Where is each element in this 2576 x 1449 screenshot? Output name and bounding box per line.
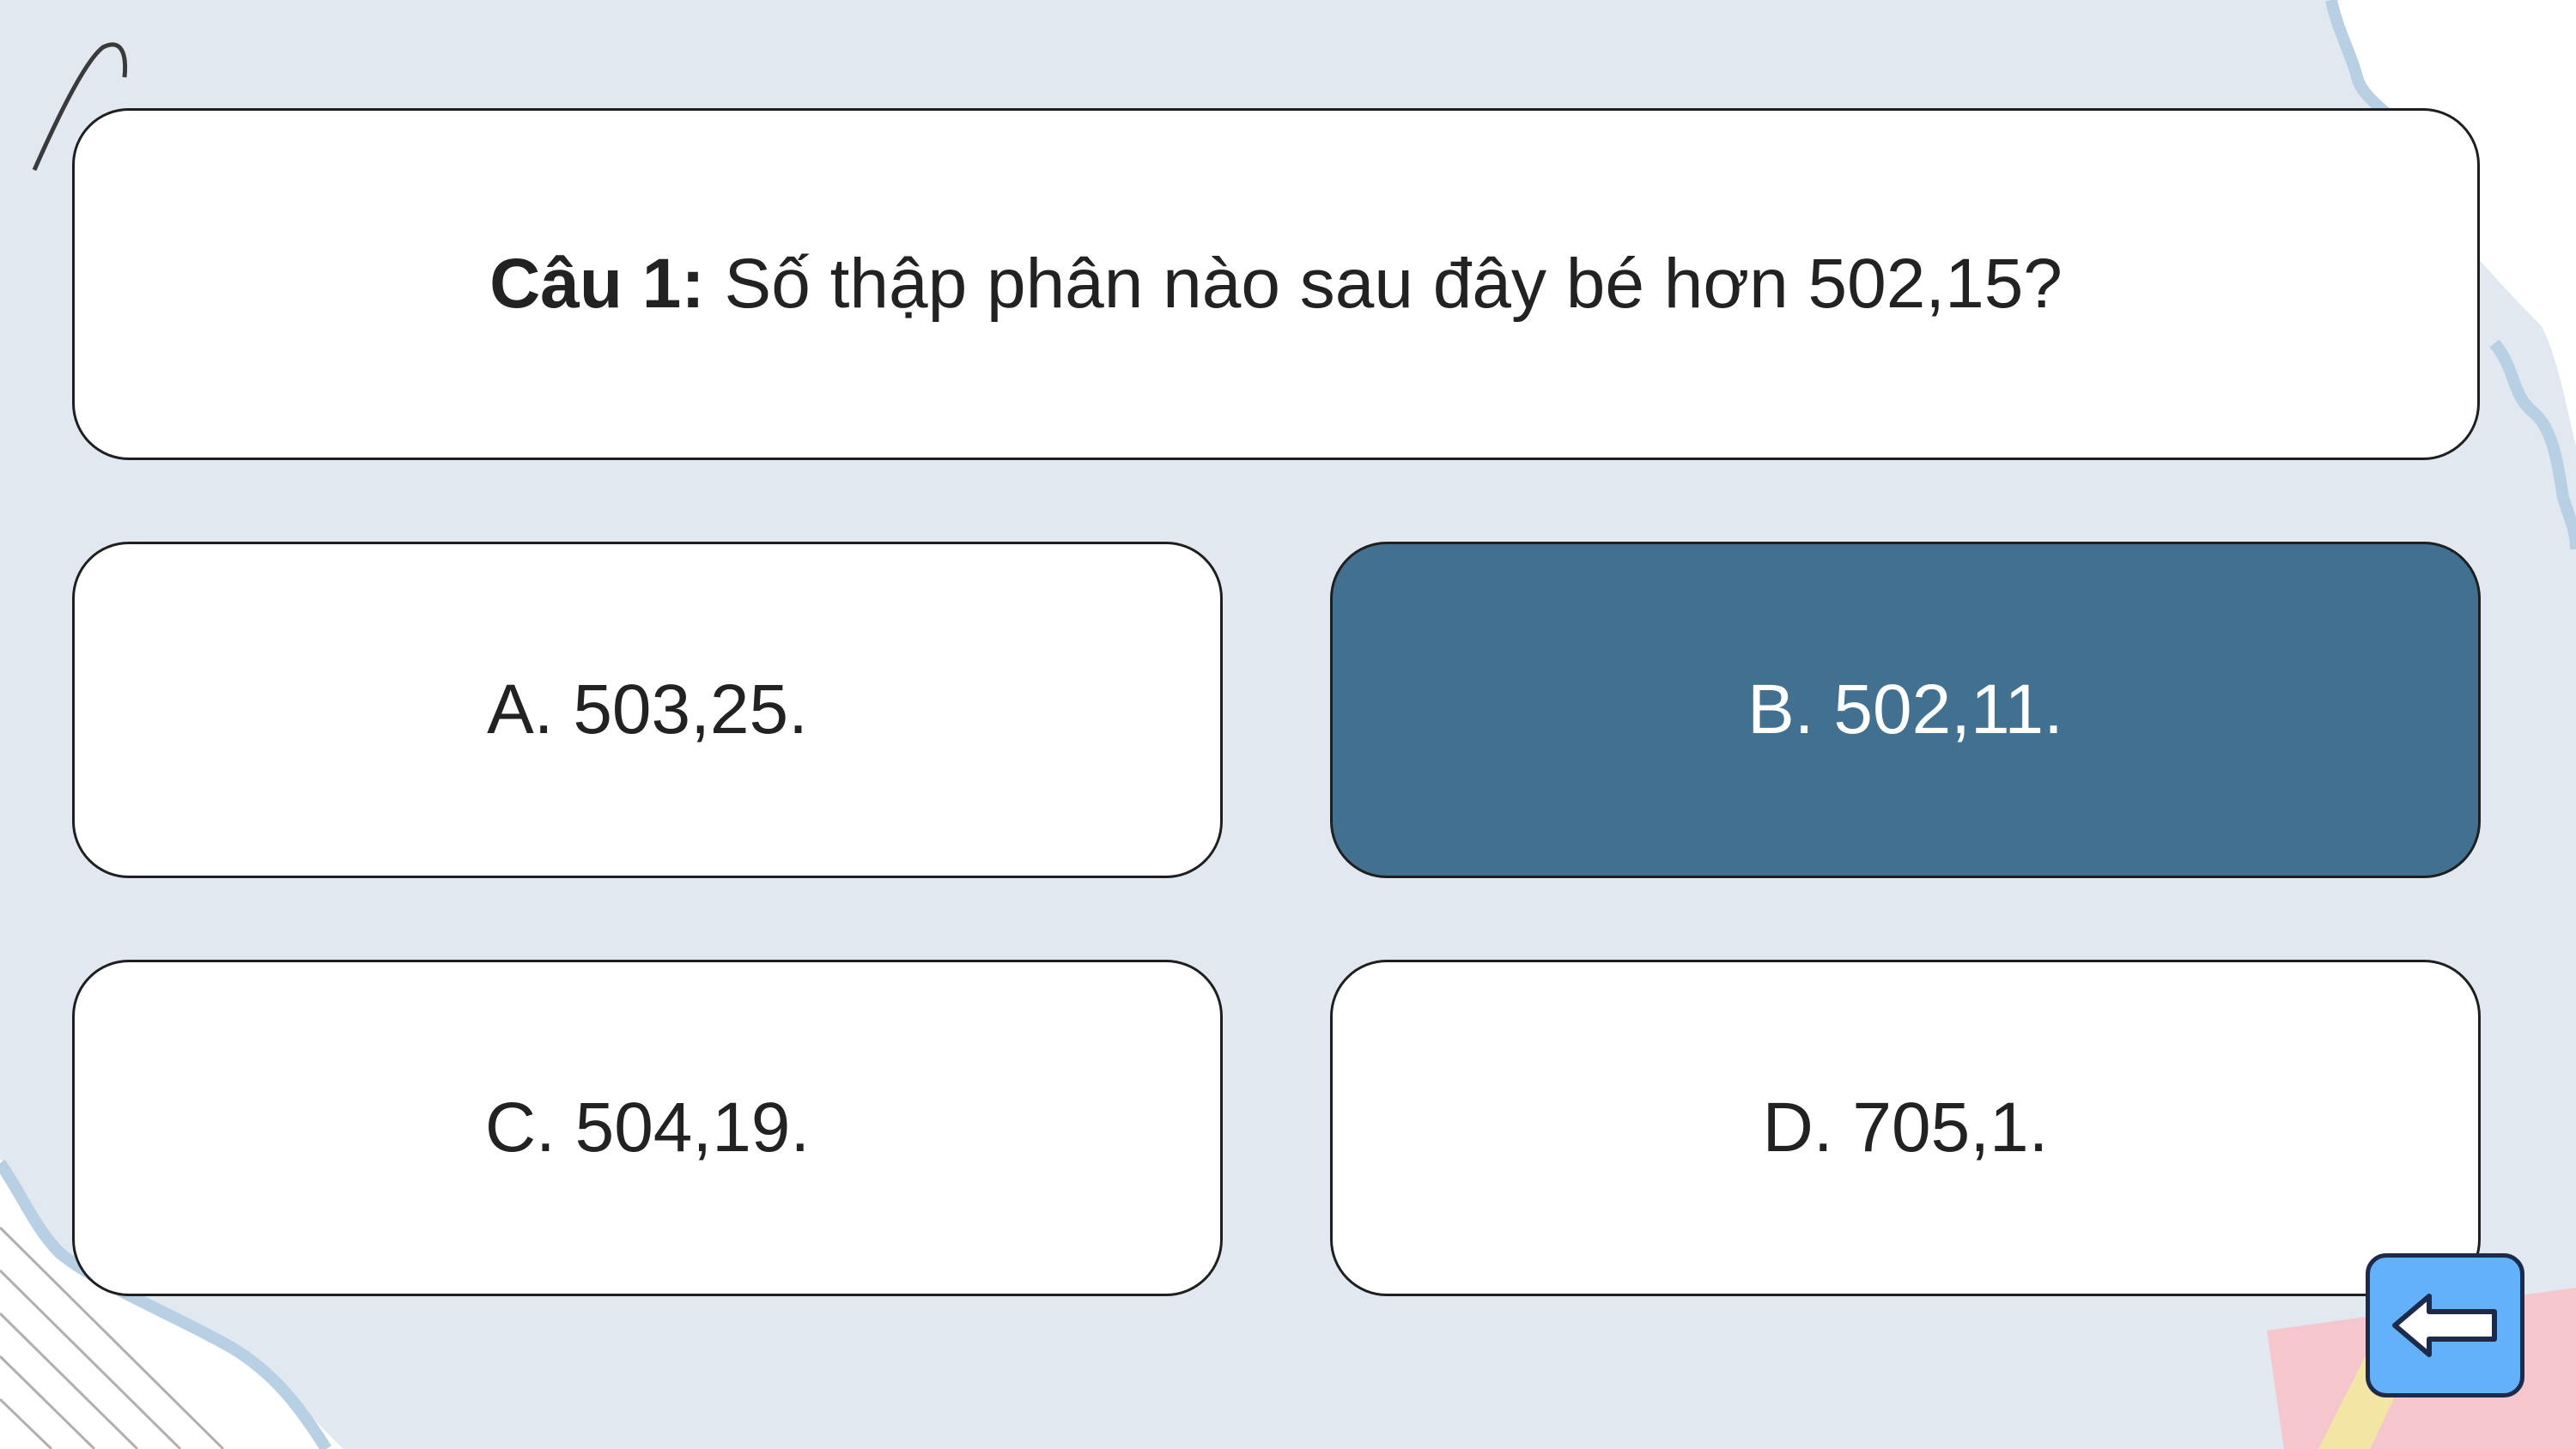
answer-option-d-label: D. 705,1.	[1762, 1088, 2049, 1167]
answer-option-c[interactable]: C. 504,19.	[72, 960, 1223, 1296]
answer-option-c-label: C. 504,19.	[484, 1088, 811, 1167]
answer-option-b-label: B. 502,11.	[1747, 670, 2063, 749]
answer-option-a[interactable]: A. 503,25.	[72, 542, 1223, 878]
question-label: Câu 1:	[489, 245, 705, 323]
answer-option-b[interactable]: B. 502,11.	[1330, 542, 2481, 878]
back-button[interactable]	[2366, 1253, 2524, 1397]
question-card: Câu 1: Số thập phân nào sau đây bé hơn 5…	[72, 108, 2480, 460]
answer-option-d[interactable]: D. 705,1.	[1330, 960, 2481, 1296]
question-text: Số thập phân nào sau đây bé hơn 502,15?	[724, 245, 2063, 323]
arrow-left-icon	[2391, 1294, 2497, 1357]
question-spacer	[705, 244, 725, 324]
answer-option-a-label: A. 503,25.	[487, 670, 808, 749]
